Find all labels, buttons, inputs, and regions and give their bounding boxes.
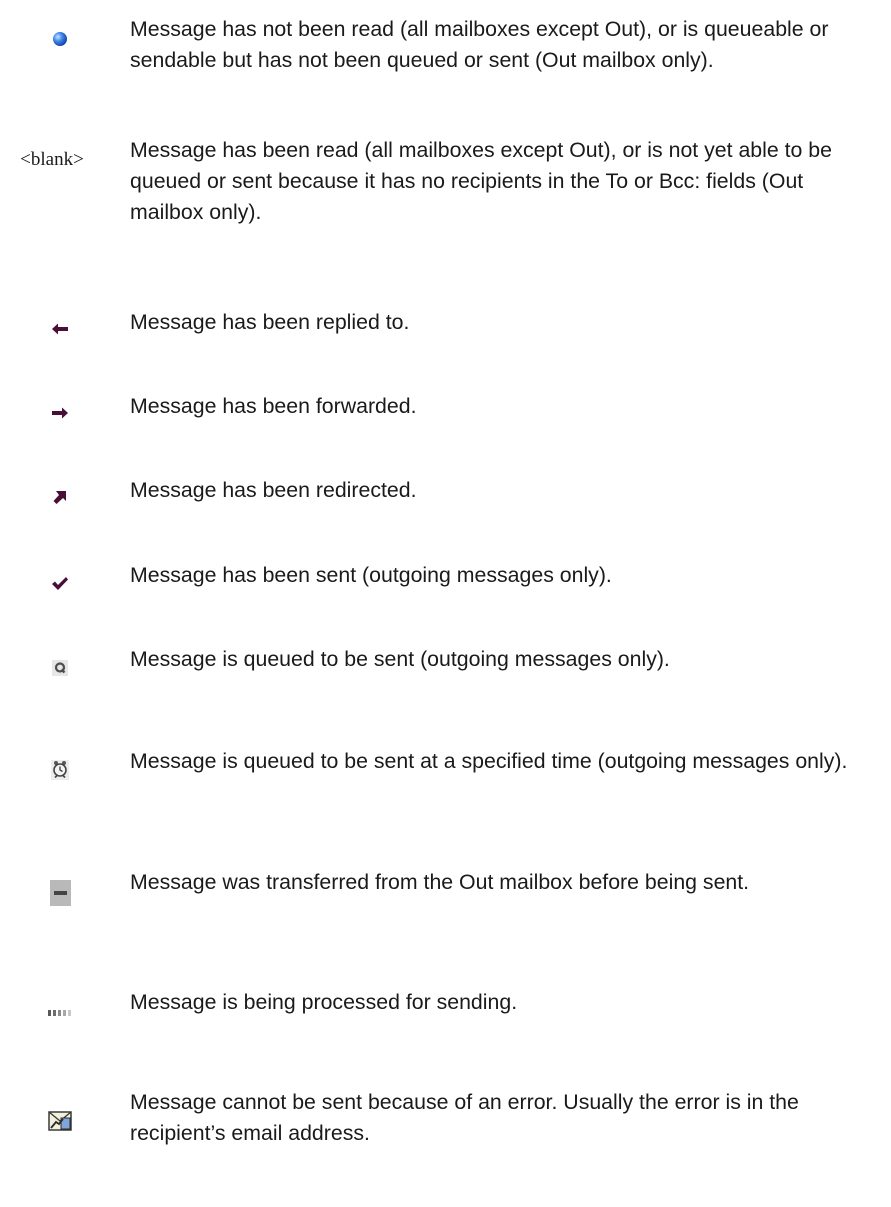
queued-timed-icon	[51, 759, 69, 780]
redirected-arrow-icon	[53, 490, 66, 504]
legend-description: Message has been replied to.	[130, 310, 410, 334]
icon-cell	[0, 479, 120, 514]
legend-description: Message has been forwarded.	[130, 394, 417, 418]
legend-entry-transferred: Message was transferred from the Out mai…	[0, 867, 891, 987]
legend-entry-unread: Message has not been read (all mailboxes…	[0, 14, 891, 134]
legend-entry-read: <blank> Message has been read (all mailb…	[0, 135, 891, 255]
legend-description: Message was transferred from the Out mai…	[130, 870, 750, 894]
sent-check-icon	[52, 576, 68, 590]
legend-description: Message has been redirected.	[130, 478, 417, 502]
legend-description: Message has been sent (outgoing messages…	[130, 563, 612, 587]
icon-cell	[0, 311, 120, 346]
icon-cell	[0, 566, 120, 601]
icon-cell	[0, 14, 120, 64]
icon-cell: <blank>	[0, 135, 120, 185]
processing-icon	[48, 1009, 71, 1016]
legend-description: Message is being processed for sending.	[130, 990, 518, 1014]
legend-entry-error: Message cannot be sent because of an err…	[0, 1087, 891, 1207]
icon-cell	[0, 650, 120, 685]
legend-entry-queued-timed: Message is queued to be sent at a specif…	[0, 746, 891, 866]
forwarded-arrow-icon	[52, 407, 68, 418]
legend-description: Message is queued to be sent at a specif…	[130, 749, 848, 773]
error-icon	[48, 1111, 72, 1131]
icon-cell	[0, 752, 120, 787]
legend-description: Message cannot be sent because of an err…	[130, 1090, 799, 1145]
icon-cell	[0, 395, 120, 430]
transferred-icon	[49, 880, 71, 906]
unread-dot-icon	[53, 32, 67, 46]
blank-label: <blank>	[20, 149, 84, 170]
legend-description: Message is queued to be sent (outgoing m…	[130, 647, 670, 671]
icon-cell	[0, 873, 120, 913]
icon-cell	[0, 995, 120, 1030]
legend-description: Message has not been read (all mailboxes…	[130, 17, 829, 72]
icon-cell	[0, 1101, 120, 1141]
replied-arrow-icon	[52, 323, 68, 334]
legend-description: Message has been read (all mailboxes exc…	[130, 138, 832, 224]
queued-icon	[52, 659, 68, 676]
